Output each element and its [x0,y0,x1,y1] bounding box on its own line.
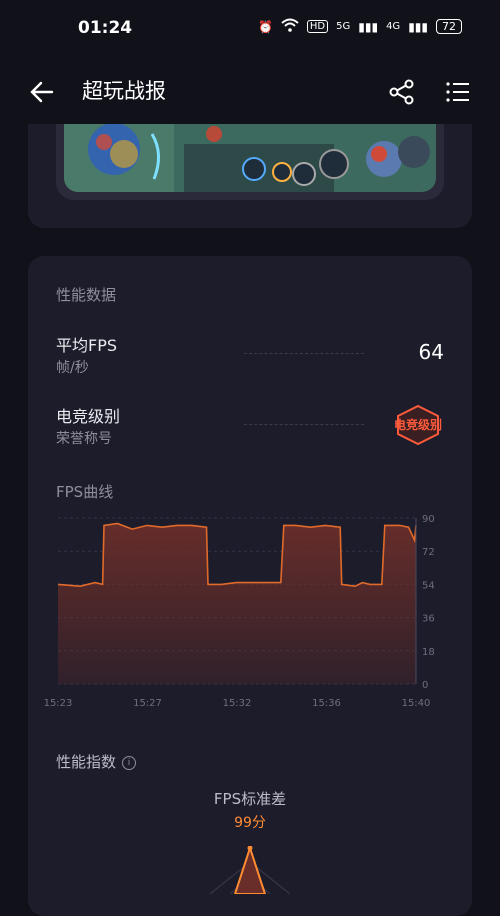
x-tick-label: 15:27 [133,698,162,709]
game-screenshot [64,124,436,192]
signal-4g-icon: 4G [386,21,401,32]
x-tick-label: 15:40 [402,698,431,709]
perf-index-title-wrap: 性能指数 i [56,751,137,772]
wifi-icon [281,18,299,35]
game-screenshot-frame[interactable] [56,124,444,200]
signal-bars-icon: ▮▮▮ [358,19,379,34]
page-title: 超玩战报 [82,79,166,103]
fps-area-fill [58,523,416,684]
share-icon [389,79,414,105]
divider-dots-2 [244,424,364,425]
info-icon[interactable]: i [122,755,137,770]
radar-chart [200,844,300,895]
status-bar: 01:24 ⏰ HD 5G ▮▮▮ 4G ▮▮▮ 72 [0,0,500,58]
y-tick-label: 18 [422,647,435,658]
esports-badge: 电竞级别 [388,404,448,446]
fps-curve-title: FPS曲线 [56,483,114,501]
signal-5g-icon: 5G [336,21,351,32]
y-tick-label: 90 [422,514,435,525]
performance-card: 性能数据 平均FPS 帧/秒 64 电竞级别 荣誉称号 电竞级别 FPS曲线 0… [28,256,472,916]
alarm-icon: ⏰ [257,19,273,34]
app-bar: 超玩战报 [0,60,500,124]
fps-std-title: FPS标准差 [213,790,287,808]
y-tick-label: 36 [422,614,435,625]
y-tick-label: 72 [422,547,435,558]
back-button[interactable] [28,78,56,106]
list-menu-icon [446,82,469,102]
share-button[interactable] [388,78,416,106]
divider-dots [244,353,364,354]
battery-icon: 72 [436,19,462,34]
arrow-left-icon [30,81,54,103]
fps-chart: 0 18 36 54 72 90 15:23 15:27 15:32 15:36 15:40 [28,504,472,714]
esports-honor-label: 荣誉称号 [56,431,112,447]
x-tick-label: 15:23 [44,698,73,709]
x-tick-label: 15:36 [312,698,341,709]
y-tick-label: 54 [422,580,435,591]
y-tick-label: 0 [422,680,428,691]
fps-std-score: 99分 [234,815,266,831]
esports-badge-text: 电竞级别 [393,418,442,432]
game-replay-card [28,124,472,228]
avg-fps-unit: 帧/秒 [56,360,89,376]
avg-fps-value: 64 [418,340,444,364]
section-title-performance: 性能数据 [56,286,117,304]
signal-bars-icon-2: ▮▮▮ [408,19,428,34]
status-time: 01:24 [78,18,133,38]
status-icons: ⏰ HD 5G ▮▮▮ 4G ▮▮▮ 72 [258,18,462,35]
esports-level-label: 电竞级别 [56,407,121,426]
x-tick-label: 15:32 [223,698,252,709]
hd-icon: HD [306,20,329,33]
menu-button[interactable] [444,78,472,106]
perf-index-title: 性能指数 [56,753,117,771]
avg-fps-label: 平均FPS [56,336,118,355]
